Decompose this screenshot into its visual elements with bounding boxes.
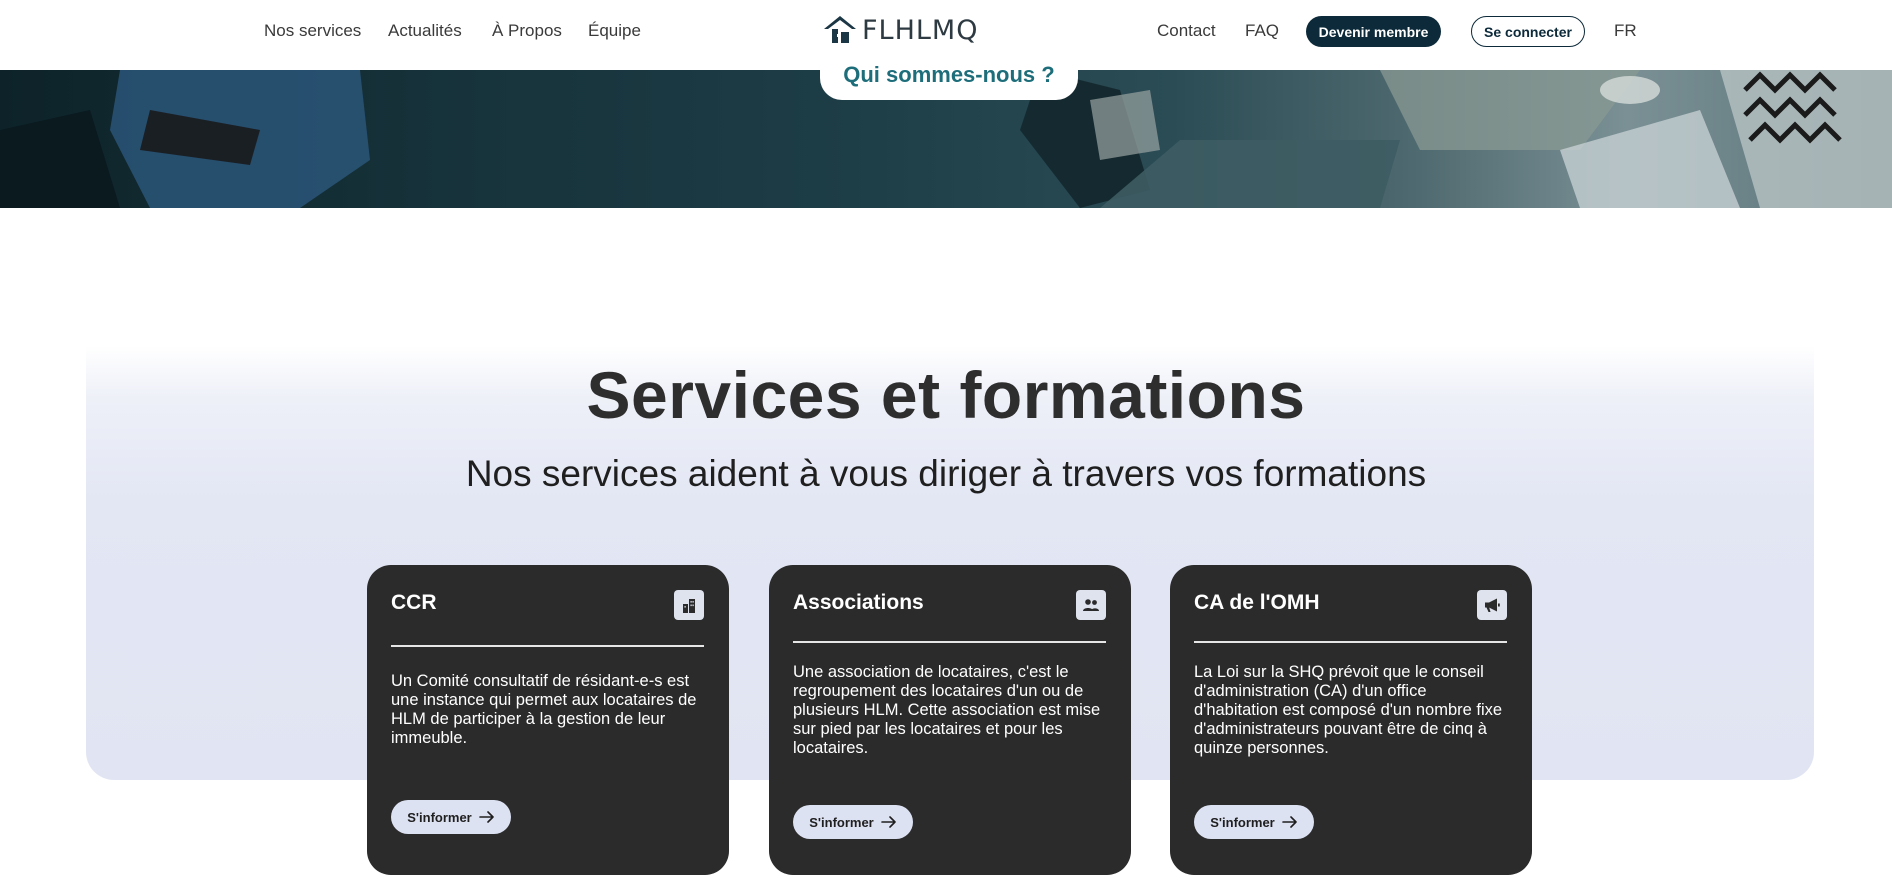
card-description: Un Comité consultatif de résidant-e-s es… xyxy=(391,672,697,747)
language-switch[interactable]: FR xyxy=(1614,20,1637,42)
card-description: Une association de locataires, c'est le … xyxy=(793,663,1101,757)
nav-nos-services[interactable]: Nos services xyxy=(264,20,361,42)
card-button-label: S'informer xyxy=(1210,814,1275,830)
arrow-right-icon xyxy=(478,811,494,823)
become-member-button[interactable]: Devenir membre xyxy=(1306,16,1441,47)
card-title: CCR xyxy=(391,591,437,614)
arrow-right-icon xyxy=(880,816,896,828)
card-title: Associations xyxy=(793,591,924,614)
service-card-ccr: CCR Un Comité consultatif de résidant-e-… xyxy=(367,565,729,875)
card-description: La Loi sur la SHQ prévoit que le conseil… xyxy=(1194,663,1503,757)
card-button-label: S'informer xyxy=(407,809,472,825)
service-card-ca-omh: CA de l'OMH La Loi sur la SHQ prévoit qu… xyxy=(1170,565,1532,875)
card-divider xyxy=(391,645,704,647)
card-title: CA de l'OMH xyxy=(1194,591,1320,614)
nav-actualites[interactable]: Actualités xyxy=(388,20,462,42)
megaphone-icon xyxy=(1477,590,1507,620)
users-icon xyxy=(1076,590,1106,620)
card-divider xyxy=(793,641,1106,643)
card-learn-more-button[interactable]: S'informer xyxy=(1194,805,1314,839)
logo-text: FLHLMQ xyxy=(862,14,979,46)
services-subtitle: Nos services aident à vous diriger à tra… xyxy=(465,453,1427,494)
building-icon xyxy=(674,590,704,620)
nav-a-propos[interactable]: À Propos xyxy=(492,20,562,42)
card-learn-more-button[interactable]: S'informer xyxy=(391,800,511,834)
site-logo[interactable]: FLHLMQ xyxy=(822,10,978,50)
house-logo-icon xyxy=(824,16,856,43)
nav-contact[interactable]: Contact xyxy=(1157,20,1216,42)
card-learn-more-button[interactable]: S'informer xyxy=(793,805,913,839)
about-us-button[interactable]: Qui sommes-nous ? xyxy=(820,50,1078,100)
nav-faq[interactable]: FAQ xyxy=(1245,20,1279,42)
services-title: Services et formations xyxy=(586,358,1306,432)
service-card-associations: Associations Une association de locatair… xyxy=(769,565,1131,875)
card-divider xyxy=(1194,641,1507,643)
login-button[interactable]: Se connecter xyxy=(1471,16,1585,47)
card-button-label: S'informer xyxy=(809,814,874,830)
arrow-right-icon xyxy=(1281,816,1297,828)
nav-equipe[interactable]: Équipe xyxy=(588,20,641,42)
